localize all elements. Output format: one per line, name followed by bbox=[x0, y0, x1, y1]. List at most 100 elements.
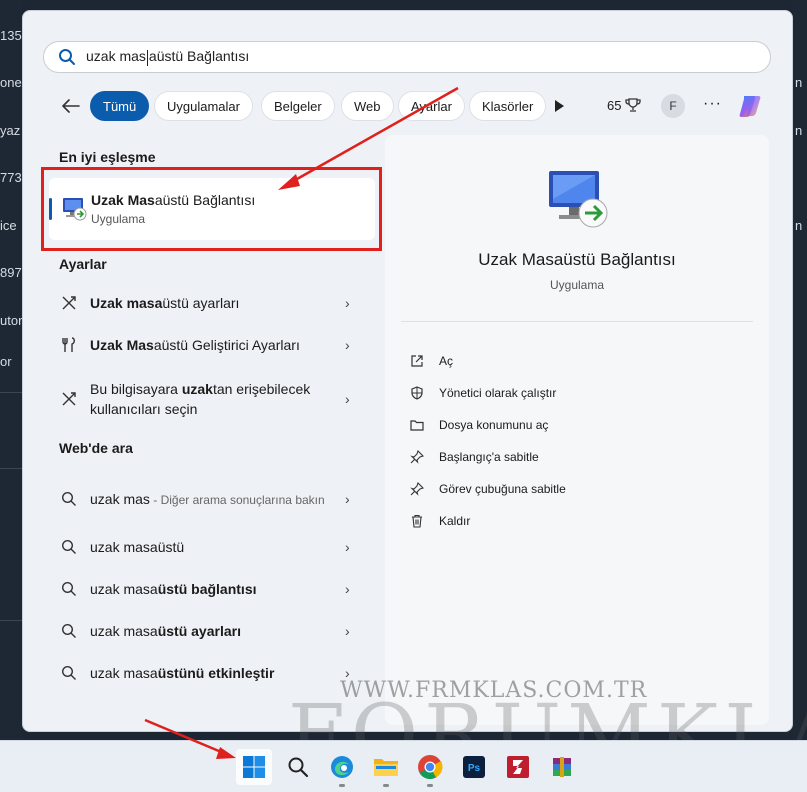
chevron-right-icon: › bbox=[345, 391, 350, 407]
label-rest: aüstü Geliştirici Ayarları bbox=[153, 337, 300, 353]
start-icon bbox=[243, 756, 265, 778]
remote-icon bbox=[59, 293, 79, 313]
chrome-icon bbox=[418, 755, 443, 780]
label-bold: uzak bbox=[181, 381, 213, 397]
settings-item[interactable]: Uzak masaüstü ayarları › bbox=[49, 283, 375, 323]
web-search-heading: Web'de ara bbox=[59, 440, 133, 456]
search-icon bbox=[59, 49, 75, 65]
running-indicator bbox=[339, 784, 345, 787]
action-label: Başlangıç'a sabitle bbox=[439, 450, 539, 464]
tab-folders[interactable]: Klasörler bbox=[469, 91, 547, 121]
web-search-item[interactable]: uzak masaüstünü etkinleştir › bbox=[49, 653, 375, 693]
action-open[interactable]: Aç bbox=[409, 353, 453, 369]
background-text: 135 bbox=[0, 28, 22, 43]
tab-web[interactable]: Web bbox=[341, 91, 394, 121]
background-divider bbox=[0, 468, 22, 469]
more-filters-button[interactable] bbox=[553, 99, 565, 118]
taskbar-file-explorer[interactable] bbox=[368, 749, 404, 787]
folder-icon bbox=[409, 417, 425, 433]
taskbar-chrome[interactable] bbox=[412, 749, 448, 787]
taskbar-filezilla[interactable] bbox=[500, 749, 536, 785]
background-text: 773 bbox=[0, 170, 22, 185]
web-search-item[interactable]: uzak masaüstü › bbox=[49, 527, 375, 567]
web-search-label: uzak masaüstü bağlantısı bbox=[90, 579, 340, 599]
label-rest: üstü ayarları bbox=[162, 295, 240, 311]
action-run-as-admin[interactable]: Yönetici olarak çalıştır bbox=[409, 385, 556, 401]
rewards-points[interactable]: 65 bbox=[607, 97, 642, 113]
settings-item-label: Uzak Masaüstü Geliştirici Ayarları bbox=[90, 335, 340, 355]
settings-heading: Ayarlar bbox=[59, 256, 107, 272]
web-search-item[interactable]: uzak masaüstü bağlantısı › bbox=[49, 569, 375, 609]
remote-icon bbox=[59, 389, 79, 409]
taskbar-search-button[interactable] bbox=[280, 749, 316, 785]
remote-desktop-icon bbox=[545, 165, 611, 231]
chevron-right-icon: › bbox=[345, 539, 350, 555]
settings-item[interactable]: Uzak Masaüstü Geliştirici Ayarları › bbox=[49, 325, 375, 365]
action-label: Görev çubuğuna sabitle bbox=[439, 482, 566, 496]
action-label: Yönetici olarak çalıştır bbox=[439, 386, 557, 400]
detail-title: Uzak Masaüstü Bağlantısı bbox=[478, 250, 676, 269]
background-divider bbox=[0, 392, 22, 393]
chevron-right-icon: › bbox=[345, 337, 350, 353]
settings-item[interactable]: Bu bilgisayara uzaktan erişebilecek kull… bbox=[49, 377, 375, 421]
start-button[interactable] bbox=[236, 749, 272, 785]
search-input[interactable]: uzak mas aüstü Bağlantısı bbox=[43, 41, 771, 73]
tab-apps[interactable]: Uygulamalar bbox=[154, 91, 253, 121]
background-text: yaz bbox=[0, 123, 21, 138]
filezilla-icon bbox=[507, 756, 529, 778]
avatar[interactable]: F bbox=[661, 94, 685, 118]
label-text: uzak mas bbox=[90, 490, 150, 507]
web-search-item[interactable]: uzak masaüstü ayarları › bbox=[49, 611, 375, 651]
label-text: uzak masa bbox=[90, 665, 158, 681]
more-options-button[interactable]: ··· bbox=[703, 95, 722, 113]
search-icon bbox=[59, 579, 79, 599]
web-search-label: uzak masaüstü ayarları bbox=[90, 621, 340, 641]
search-panel: uzak mas aüstü Bağlantısı Tümü Uygulamala… bbox=[22, 10, 793, 732]
search-icon bbox=[288, 757, 309, 778]
action-label: Aç bbox=[439, 354, 454, 368]
highlight-box bbox=[41, 167, 382, 251]
label-bold: Uzak Mas bbox=[90, 337, 154, 353]
tab-documents[interactable]: Belgeler bbox=[261, 91, 335, 121]
settings-item-label: Uzak masaüstü ayarları bbox=[90, 293, 340, 313]
background-divider bbox=[0, 620, 22, 621]
pin-icon bbox=[409, 449, 425, 465]
background-text: 897 bbox=[0, 265, 22, 280]
background-window bbox=[0, 0, 22, 740]
photoshop-icon: Ps bbox=[463, 756, 485, 778]
label-bold: üstü bağlantısı bbox=[157, 581, 257, 597]
search-icon bbox=[59, 663, 79, 683]
search-query-part: aüstü Bağlantısı bbox=[148, 48, 250, 65]
web-search-label: uzak masaüstü bbox=[90, 537, 340, 557]
tab-all[interactable]: Tümü bbox=[90, 91, 150, 121]
chevron-right-icon: › bbox=[345, 295, 350, 311]
action-uninstall[interactable]: Kaldır bbox=[409, 513, 470, 529]
winrar-icon bbox=[553, 757, 571, 777]
settings-item-label: Bu bilgisayara uzaktan erişebilecek kull… bbox=[90, 379, 340, 419]
action-label: Kaldır bbox=[439, 514, 471, 528]
web-search-item[interactable]: uzak mas - Diğer arama sonuçlarına bakın… bbox=[49, 477, 375, 521]
copilot-icon[interactable] bbox=[735, 91, 765, 121]
taskbar-photoshop[interactable]: Ps bbox=[456, 749, 492, 785]
back-button[interactable] bbox=[59, 94, 83, 118]
taskbar: Ps bbox=[0, 740, 807, 792]
tab-settings[interactable]: Ayarlar bbox=[398, 91, 465, 121]
action-pin-to-taskbar[interactable]: Görev çubuğuna sabitle bbox=[409, 481, 566, 497]
action-pin-to-start[interactable]: Başlangıç'a sabitle bbox=[409, 449, 539, 465]
pin-icon bbox=[409, 481, 425, 497]
taskbar-edge[interactable] bbox=[324, 749, 360, 787]
background-text: utor bbox=[0, 313, 22, 328]
search-icon bbox=[59, 621, 79, 641]
action-open-file-location[interactable]: Dosya konumunu aç bbox=[409, 417, 548, 433]
shield-icon bbox=[409, 385, 425, 401]
label-gray: - Diğer arama sonuçlarına bakın bbox=[149, 492, 325, 507]
svg-text:Ps: Ps bbox=[468, 763, 481, 774]
background-text: n bbox=[795, 75, 803, 90]
label-bold: üstünü etkinleştir bbox=[157, 665, 275, 681]
search-query: uzak mas aüstü Bağlantısı bbox=[86, 48, 250, 66]
label-pre: Bu bilgisayara bbox=[90, 381, 182, 397]
taskbar-winrar[interactable] bbox=[544, 749, 580, 785]
detail-subtitle: Uygulama bbox=[549, 278, 605, 292]
chevron-right-icon: › bbox=[345, 623, 350, 639]
divider bbox=[401, 321, 753, 322]
